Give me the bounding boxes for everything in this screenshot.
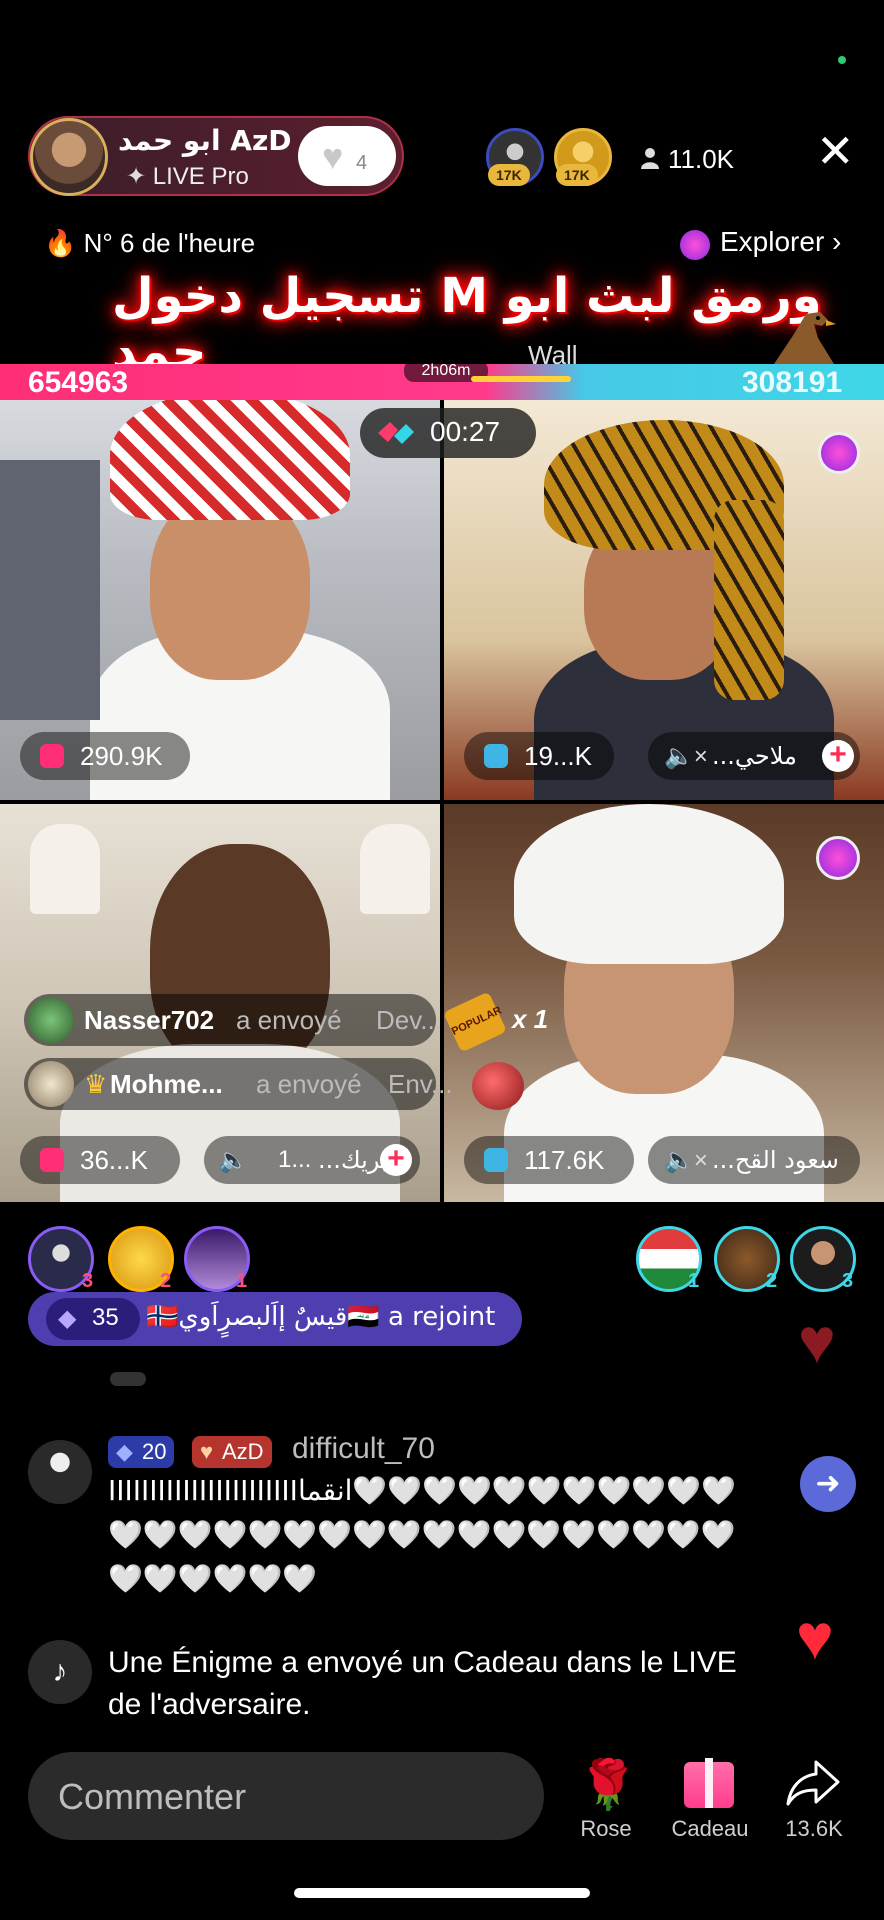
sparkle-icon: ✦ bbox=[126, 163, 153, 190]
comment-text: IIIIIIIIIIIIIIIIIIIIIIIانقما🤍🤍🤍🤍🤍🤍🤍🤍🤍🤍🤍 bbox=[108, 1474, 736, 1507]
eagle-icon bbox=[774, 312, 836, 364]
top-viewer-badge: 17K bbox=[556, 164, 598, 186]
follow-button[interactable] bbox=[298, 126, 396, 186]
viewer-count[interactable]: 11.0K bbox=[668, 144, 734, 175]
fan-club-badge: ♥ AzD bbox=[192, 1436, 272, 1468]
right-supporter-rank: 2 bbox=[766, 1270, 778, 1292]
tiktok-logo-icon: ♪ bbox=[28, 1640, 92, 1704]
gift-sender-avatar bbox=[28, 997, 74, 1043]
mute-icon[interactable]: 🔈× bbox=[664, 742, 708, 771]
tile-name: ...بريك bbox=[318, 1146, 388, 1174]
tile-score: 19...K bbox=[464, 732, 614, 780]
left-supporter-rank: 1 bbox=[236, 1270, 248, 1292]
gift-notification: Nasser702 a envoyé Dev... bbox=[24, 994, 442, 1046]
left-supporter-rank: 2 bbox=[160, 1270, 172, 1292]
comment-placeholder[interactable]: Commenter bbox=[58, 1776, 246, 1818]
share-arrow-icon[interactable] bbox=[786, 1758, 840, 1806]
decoration-orb-icon bbox=[818, 432, 860, 474]
gift-score-icon bbox=[484, 744, 508, 768]
gift-score-icon bbox=[40, 1148, 64, 1172]
left-supporter-rank: 3 bbox=[82, 1270, 94, 1292]
tile-extra: 1... bbox=[278, 1146, 312, 1173]
popular-count: x 1 bbox=[512, 1004, 549, 1034]
gift-box-ribbon bbox=[705, 1758, 713, 1808]
gem-level-badge: ◆ 35 bbox=[46, 1298, 140, 1340]
gift-heart-icon bbox=[472, 1062, 524, 1110]
heart-icon: ♥ bbox=[322, 136, 344, 177]
tile-name: ...سعود القح bbox=[712, 1146, 839, 1174]
comment-text: 🤍🤍🤍🤍🤍🤍🤍🤍🤍🤍🤍🤍🤍🤍🤍🤍🤍🤍 bbox=[108, 1518, 736, 1551]
smudge-icon bbox=[110, 1372, 146, 1386]
right-supporter-rank: 1 bbox=[688, 1270, 700, 1292]
gift-notification: ♛ Mohme... a envoyé Env... bbox=[24, 1058, 453, 1110]
gift-label[interactable]: Cadeau bbox=[660, 1816, 760, 1842]
mute-icon[interactable]: 🔈 bbox=[218, 1146, 248, 1175]
tile-name: ...ملاحي bbox=[712, 742, 797, 770]
rose-label[interactable]: Rose bbox=[560, 1816, 652, 1842]
team-right-score: 308191 bbox=[742, 366, 843, 399]
countdown-text: 00:27 bbox=[430, 416, 501, 447]
gem-level-badge: ◆ 20 bbox=[108, 1436, 175, 1468]
home-indicator[interactable] bbox=[294, 1888, 590, 1898]
battle-icon bbox=[378, 422, 414, 444]
comment-username[interactable]: difficult_70 bbox=[292, 1432, 435, 1466]
heart-badge-icon: ♥ bbox=[200, 1439, 214, 1464]
team-left-progress bbox=[471, 376, 572, 382]
follow-count: 4 bbox=[356, 152, 368, 174]
explore-button[interactable]: Explorer › bbox=[720, 226, 841, 258]
comment-text: 🤍🤍🤍🤍🤍🤍 bbox=[108, 1562, 318, 1595]
floating-heart-icon: ♥ bbox=[798, 1305, 836, 1377]
person-icon bbox=[641, 148, 659, 169]
crown-icon: ♛ bbox=[84, 1069, 108, 1099]
top-viewer-badge: 17K bbox=[488, 164, 530, 186]
gift-score-icon bbox=[484, 1148, 508, 1172]
follow-plus-button[interactable]: + bbox=[822, 740, 854, 772]
rose-icon[interactable]: 🌹 bbox=[578, 1756, 638, 1813]
right-supporter-rank: 3 bbox=[842, 1270, 854, 1292]
hourly-rank[interactable]: 🔥 N° 6 de l'heure bbox=[44, 228, 255, 259]
gift-sender-avatar bbox=[28, 1061, 74, 1107]
join-text: 🇳🇴قيسٌ إاَلبصرٍاَوي🇮🇶 a rejoint bbox=[146, 1302, 496, 1332]
diamond-icon: ◆ bbox=[58, 1305, 77, 1332]
share-count[interactable]: 13.6K bbox=[768, 1816, 860, 1842]
commenter-avatar[interactable] bbox=[28, 1440, 92, 1504]
gift-score-icon bbox=[40, 744, 64, 768]
tile-score: 117.6K bbox=[464, 1136, 634, 1184]
tile-score: 36...K bbox=[20, 1136, 180, 1184]
follow-plus-button[interactable]: + bbox=[380, 1144, 412, 1176]
reply-arrow-icon[interactable]: ➜ bbox=[800, 1456, 856, 1512]
flame-icon: 🔥 bbox=[44, 228, 77, 258]
system-message: de l'adversaire. bbox=[108, 1688, 311, 1721]
close-icon[interactable]: ✕ bbox=[816, 128, 855, 174]
mute-icon[interactable]: 🔈× bbox=[664, 1146, 708, 1175]
host-name: ابو حمد AzD bbox=[118, 124, 292, 157]
system-message: Une Énigme a envoyé un Cadeau dans le LI… bbox=[108, 1646, 737, 1679]
decoration-orb-icon bbox=[816, 836, 860, 880]
explore-orb-icon bbox=[680, 230, 710, 260]
tile-score: 290.9K bbox=[20, 732, 190, 780]
diamond-icon: ◆ bbox=[116, 1439, 133, 1464]
floating-heart-icon: ♥ bbox=[796, 1601, 834, 1673]
chevron-right-icon: › bbox=[832, 226, 842, 257]
host-subtitle: ✦ LIVE Pro bbox=[126, 163, 249, 190]
status-indicator-dot bbox=[838, 56, 846, 64]
team-left-score: 654963 bbox=[28, 366, 129, 399]
host-avatar[interactable] bbox=[30, 118, 108, 196]
